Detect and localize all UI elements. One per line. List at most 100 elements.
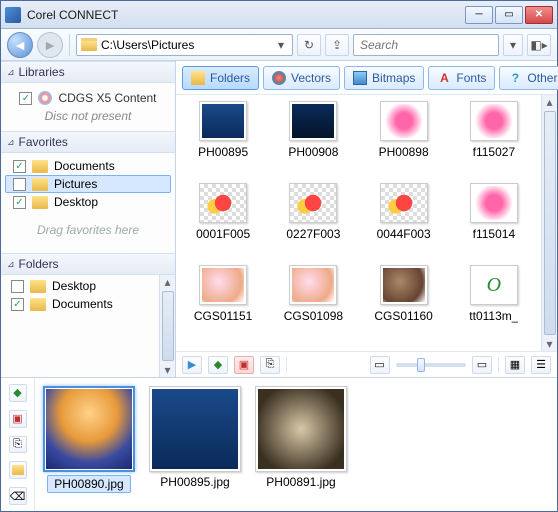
- tree-item[interactable]: Documents: [3, 295, 157, 313]
- address-dropdown[interactable]: ▾: [274, 38, 288, 52]
- tray-item[interactable]: PH00891.jpg: [255, 386, 347, 489]
- result-item[interactable]: PH00908: [268, 101, 358, 183]
- result-item[interactable]: f115027: [449, 101, 539, 183]
- maximize-button[interactable]: ▭: [495, 6, 523, 24]
- favorite-label: Desktop: [54, 195, 98, 209]
- scroll-up-icon[interactable]: ▴: [546, 95, 552, 109]
- checkbox[interactable]: [13, 196, 26, 209]
- libraries-body: CDGS X5 Content Disc not present: [1, 83, 175, 131]
- checkbox[interactable]: [13, 160, 26, 173]
- folder-icon: [32, 160, 48, 173]
- sidebar-item-favorite[interactable]: Desktop: [5, 193, 171, 211]
- tray-delete-button[interactable]: ▣: [9, 410, 27, 428]
- vector-icon: [272, 71, 286, 85]
- view-thumbnails-button[interactable]: ▦: [505, 356, 525, 374]
- scroll-up-icon[interactable]: ▴: [164, 275, 170, 289]
- checkbox[interactable]: [11, 298, 24, 311]
- tree-item[interactable]: Desktop: [3, 277, 157, 295]
- tray-folder-button[interactable]: [9, 461, 27, 479]
- scroll-thumb[interactable]: [544, 111, 556, 335]
- view-list-button[interactable]: ☰: [531, 356, 551, 374]
- libraries-header[interactable]: ⊿ Libraries: [1, 61, 175, 83]
- tray-item[interactable]: PH00890.jpg: [43, 386, 135, 493]
- folders-label: Folders: [19, 257, 59, 271]
- checkbox[interactable]: [13, 178, 26, 191]
- nav-back-button[interactable]: ◄: [7, 32, 33, 58]
- result-item[interactable]: 0044F003: [359, 183, 449, 265]
- search-input[interactable]: [353, 34, 499, 56]
- address-bar[interactable]: C:\Users\Pictures ▾: [76, 34, 293, 56]
- tray-import-button[interactable]: ◆: [9, 384, 27, 402]
- zoom-in-button[interactable]: ▭: [472, 356, 492, 374]
- scroll-down-icon[interactable]: ▾: [546, 337, 552, 351]
- copy-button[interactable]: ⎘: [260, 356, 280, 374]
- results-grid: PH00895 PH00908 PH00898 f115027 0001F0050227…: [176, 95, 541, 351]
- scroll-thumb[interactable]: [162, 291, 174, 361]
- favorites-label: Favorites: [19, 135, 68, 149]
- thumbnail: O: [470, 265, 518, 305]
- font-icon: A: [437, 71, 451, 85]
- results-grid-area: PH00895 PH00908 PH00898 f115027 0001F0050227…: [176, 95, 557, 351]
- filter-vectors-button[interactable]: Vectors: [263, 66, 340, 90]
- result-item[interactable]: PH00895: [178, 101, 268, 183]
- tray-item[interactable]: PH00895.jpg: [149, 386, 241, 489]
- result-item[interactable]: CGS01160: [359, 265, 449, 347]
- result-item[interactable]: f115014: [449, 183, 539, 265]
- filter-folders-button[interactable]: Folders: [182, 66, 259, 90]
- tray-toolbar: ◆ ▣ ⎘ ⌫: [1, 378, 35, 511]
- library-checkbox[interactable]: [19, 92, 32, 105]
- filter-label: Other: [527, 71, 557, 85]
- favorites-header[interactable]: ⊿ Favorites: [1, 131, 175, 153]
- result-item[interactable]: 0227F003: [268, 183, 358, 265]
- thumbnail: [380, 101, 428, 141]
- titlebar: Corel CONNECT ─ ▭ ✕: [1, 1, 557, 29]
- content-panel: Folders Vectors Bitmaps A Fonts ? Other: [176, 61, 557, 377]
- result-item[interactable]: PH00898: [359, 101, 449, 183]
- search-dropdown[interactable]: ▾: [503, 34, 523, 56]
- result-item[interactable]: CGS01098: [268, 265, 358, 347]
- results-scrollbar[interactable]: ▴ ▾: [541, 95, 557, 351]
- folders-header[interactable]: ⊿ Folders: [1, 253, 175, 275]
- result-item[interactable]: 0001F005: [178, 183, 268, 265]
- favorites-body: DocumentsPicturesDesktop Drag favorites …: [1, 153, 175, 253]
- result-item[interactable]: Ott0113m_: [449, 265, 539, 347]
- collapse-icon: ⊿: [7, 137, 15, 148]
- zoom-slider[interactable]: [396, 363, 467, 367]
- libraries-label: Libraries: [19, 65, 65, 79]
- filter-other-button[interactable]: ? Other: [499, 66, 558, 90]
- panel-toggle-button[interactable]: ◧▸: [527, 34, 551, 56]
- tray-clear-button[interactable]: ⌫: [9, 487, 27, 505]
- thumbnail-label: PH00898: [379, 145, 429, 159]
- address-text: C:\Users\Pictures: [101, 38, 274, 52]
- zoom-out-button[interactable]: ▭: [370, 356, 390, 374]
- sidebar-item-favorite[interactable]: Pictures: [5, 175, 171, 193]
- up-button[interactable]: ⇪: [325, 34, 349, 56]
- thumbnail: [380, 265, 428, 305]
- folders-scrollbar[interactable]: ▴ ▾: [159, 275, 175, 377]
- slider-thumb[interactable]: [417, 358, 425, 372]
- window-title: Corel CONNECT: [27, 8, 465, 22]
- library-item-label: CDGS X5 Content: [58, 91, 156, 105]
- checkbox[interactable]: [11, 280, 24, 293]
- tray-content[interactable]: PH00890.jpg PH00895.jpg PH00891.jpg: [35, 378, 557, 511]
- import-button[interactable]: ◆: [208, 356, 228, 374]
- close-button[interactable]: ✕: [525, 6, 553, 24]
- scroll-down-icon[interactable]: ▾: [164, 363, 170, 377]
- thumbnail-label: f115014: [473, 227, 516, 241]
- thumbnail-label: PH00895.jpg: [160, 475, 229, 489]
- refresh-button[interactable]: ↻: [297, 34, 321, 56]
- tray-open-button[interactable]: ⎘: [9, 436, 27, 454]
- minimize-button[interactable]: ─: [465, 6, 493, 24]
- nav-forward-button[interactable]: ►: [37, 32, 63, 58]
- result-item[interactable]: CGS01151: [178, 265, 268, 347]
- filter-bitmaps-button[interactable]: Bitmaps: [344, 66, 424, 90]
- thumbnail: [470, 101, 518, 141]
- thumbnail: [149, 386, 241, 472]
- thumbnail-label: PH00908: [288, 145, 338, 159]
- play-button[interactable]: ▶: [182, 356, 202, 374]
- filter-fonts-button[interactable]: A Fonts: [428, 66, 495, 90]
- nav-toolbar: ◄ ► C:\Users\Pictures ▾ ↻ ⇪ ▾ ◧▸: [1, 29, 557, 61]
- folder-icon: [32, 196, 48, 209]
- delete-button[interactable]: ▣: [234, 356, 254, 374]
- sidebar-item-favorite[interactable]: Documents: [5, 157, 171, 175]
